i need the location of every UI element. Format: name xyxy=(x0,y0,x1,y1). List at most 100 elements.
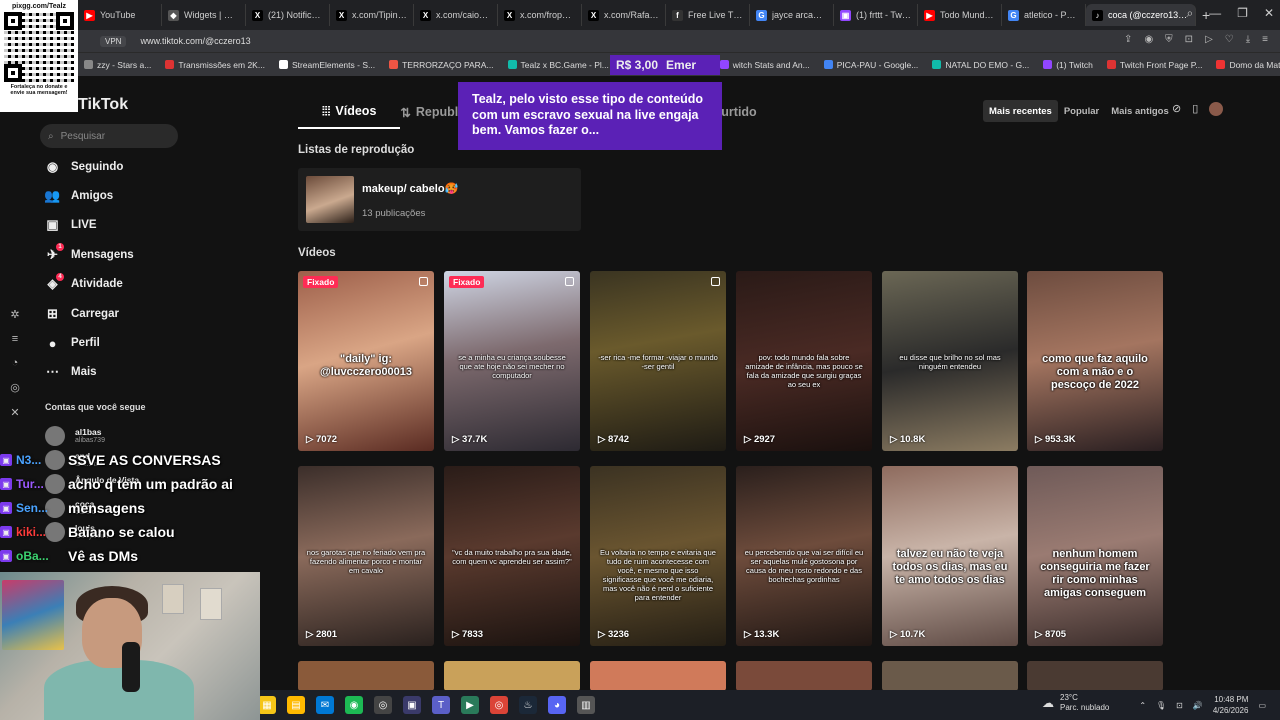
bookmark-item[interactable]: Domo da Mata - Ho... xyxy=(1216,60,1280,70)
video-card[interactable] xyxy=(444,661,580,691)
minimize-icon[interactable]: — xyxy=(1209,6,1221,21)
browser-tab[interactable]: Xx.com/RafaelLu xyxy=(582,4,666,26)
file-explorer-icon[interactable]: ▤ xyxy=(287,696,305,714)
bookmark-item[interactable]: TERRORZAÇO PARA... xyxy=(389,60,494,70)
close-icon[interactable]: ✕ xyxy=(1264,6,1274,21)
sidebar-item-carregar[interactable]: ⊞ Carregar xyxy=(44,299,134,328)
sort-option[interactable]: Mais antigos xyxy=(1105,100,1175,122)
video-card[interactable] xyxy=(736,661,872,691)
browser-tab[interactable]: Gjayce arcane - P xyxy=(750,4,834,26)
browser-tab[interactable]: Xx.com/Tipinha xyxy=(330,4,414,26)
search-tabs-icon[interactable]: ⌕ xyxy=(1186,6,1193,21)
network-icon[interactable]: ⊡ xyxy=(1176,701,1183,710)
menu-icon[interactable]: ≡ xyxy=(1262,34,1268,45)
list-icon[interactable]: ≡ xyxy=(12,333,18,345)
sort-option[interactable]: Popular xyxy=(1058,100,1105,122)
app-icon[interactable]: ◎ xyxy=(374,696,392,714)
video-card[interactable] xyxy=(590,661,726,691)
search-input[interactable]: ⌕ Pesquisar xyxy=(40,124,178,148)
browser-tab[interactable]: ▶ Todo Mundo er xyxy=(918,4,1002,26)
video-card[interactable] xyxy=(298,661,434,691)
video-card[interactable]: nenhum homem conseguiria me fazer rir co… xyxy=(1027,466,1163,646)
browser-tab[interactable]: f Free Live TV & C xyxy=(666,4,750,26)
shield-icon[interactable]: ⛨ xyxy=(1165,34,1173,45)
vpn-badge[interactable]: VPN xyxy=(100,35,127,47)
sidebar-item-live[interactable]: ▣ LIVE xyxy=(44,211,134,240)
browser-tab[interactable]: ▶ YouTube xyxy=(78,4,162,26)
chrome-icon[interactable]: ◎ xyxy=(490,696,508,714)
x-icon[interactable]: ✕ xyxy=(10,406,19,419)
video-card[interactable]: Fixado se a minha eu criança soubesse que… xyxy=(444,271,580,451)
browser-tab[interactable]: Gatletico - Pesqu xyxy=(1002,4,1086,26)
bookmark-item[interactable]: StreamElements - S... xyxy=(278,60,375,70)
spotify-icon[interactable]: ◉ xyxy=(345,696,363,714)
bookmark-item[interactable]: witch Stats and An... xyxy=(719,60,810,70)
tab-vídeos[interactable]: ⦙⦙⦙ Vídeos xyxy=(298,104,401,129)
clock[interactable]: 10:48 PM 4/26/2026 xyxy=(1213,694,1249,716)
maximize-icon[interactable]: ❐ xyxy=(1237,6,1248,21)
followed-account[interactable]: al1bas alibas739 xyxy=(45,424,139,448)
playlist-card[interactable]: makeup/ cabelo🥵 13 publicações xyxy=(298,168,581,231)
video-card[interactable]: eu percebendo que vai ser difícil eu ser… xyxy=(736,466,872,646)
heart-icon[interactable]: ♡ xyxy=(1225,34,1234,45)
video-card[interactable]: Fixado "daily" ig: @luvcczero00013 ▷ 7072 xyxy=(298,271,434,451)
video-card[interactable]: pov: todo mundo fala sobre amizade de in… xyxy=(736,271,872,451)
whatsapp-icon[interactable]: ◎ xyxy=(10,381,20,394)
camera-icon[interactable]: ◉ xyxy=(1144,34,1153,45)
video-card[interactable]: como que faz aquilo com a mão e o pescoç… xyxy=(1027,271,1163,451)
compass-icon[interactable]: ⊘ xyxy=(1172,102,1181,116)
video-card[interactable]: "vc da muito trabalho pra sua idade, com… xyxy=(444,466,580,646)
video-card[interactable]: eu disse que brilho no sol mas ninguém e… xyxy=(882,271,1018,451)
phone-icon[interactable]: ▯ xyxy=(1192,102,1198,116)
browser-tab[interactable]: Xx.com/froppylo xyxy=(498,4,582,26)
sort-option[interactable]: Mais recentes xyxy=(983,100,1058,122)
mail-icon[interactable]: ✉ xyxy=(316,696,334,714)
bookmark-item[interactable]: NATAL DO EMO - G... xyxy=(932,60,1029,70)
weather-widget[interactable]: ☁ 23°C Parc. nublado xyxy=(1042,693,1109,713)
video-card[interactable]: nos garotas que no feriado vem pra fazen… xyxy=(298,466,434,646)
bookmark-item[interactable]: Tealz x BC.Game - Pl... xyxy=(507,60,609,70)
messenger-icon[interactable]: ◔ xyxy=(12,357,19,369)
share-icon[interactable]: ⇪ xyxy=(1124,34,1132,45)
browser-tab[interactable]: X (21) Notificaçõe xyxy=(246,4,330,26)
user-avatar-icon[interactable] xyxy=(1209,102,1224,116)
browser-tab[interactable]: ▣ (1) frttt - Twitch xyxy=(834,4,918,26)
discord-icon[interactable]: ◕ xyxy=(548,696,566,714)
video-card[interactable]: talvez eu não te veja todos os dias, mas… xyxy=(882,466,1018,646)
steam-icon[interactable]: ♨ xyxy=(519,696,537,714)
bookmark-item[interactable]: zzy - Stars a... xyxy=(84,60,151,70)
browser-tab[interactable]: Xx.com/caio99lo xyxy=(414,4,498,26)
volume-icon[interactable]: 🔊 xyxy=(1193,701,1203,710)
tiktok-logo[interactable]: TikTok xyxy=(78,96,128,114)
sidebar-item-mensagens[interactable]: ✈ 1 Mensagens xyxy=(44,240,134,269)
video-card[interactable]: Eu voltaria no tempo e evitaria que tudo… xyxy=(590,466,726,646)
bookmark-item[interactable]: PICA-PAU - Google... xyxy=(823,60,918,70)
browser-tab[interactable]: ◆ Widgets | O me xyxy=(162,4,246,26)
video-card[interactable] xyxy=(882,661,1018,691)
sidebar-item-mais[interactable]: ⋯ Mais xyxy=(44,358,134,387)
url-field[interactable]: www.tiktok.com/@cczero13 xyxy=(140,36,250,46)
extension-icon[interactable]: ✲ xyxy=(10,308,19,321)
tab-curtido[interactable]: Curtido xyxy=(712,105,780,119)
download-icon[interactable]: ⤓ xyxy=(1246,34,1250,45)
bookmark-item[interactable]: (1) Twitch xyxy=(1043,60,1093,70)
app-icon[interactable]: ▥ xyxy=(577,696,595,714)
terminal-icon[interactable]: ▶ xyxy=(461,696,479,714)
video-card[interactable] xyxy=(1027,661,1163,691)
sidebar-item-atividade[interactable]: ◈ 4 Atividade xyxy=(44,270,134,299)
bookmark-item[interactable]: Transmissões em 2K... xyxy=(165,60,265,70)
sidebar-item-amigos[interactable]: 👥 Amigos xyxy=(44,181,134,210)
tray-chevron-icon[interactable]: ⌃ xyxy=(1139,701,1146,710)
video-card[interactable]: -ser rica -me formar -viajar o mundo -se… xyxy=(590,271,726,451)
play-icon[interactable]: ▷ xyxy=(1205,34,1213,45)
browser-tab[interactable]: ♪ coca (@cczero13) | Tik xyxy=(1086,4,1196,26)
mic-icon[interactable]: 🎙 xyxy=(1156,701,1166,710)
teams-icon[interactable]: T xyxy=(432,696,450,714)
app-icon[interactable]: ▣ xyxy=(403,696,421,714)
sidebar-item-seguindo[interactable]: ◉ Seguindo xyxy=(44,152,134,181)
windows-start-icon[interactable]: ▦ xyxy=(258,696,276,714)
bookmark-item[interactable]: Twitch Front Page P... xyxy=(1106,60,1202,70)
extensions-icon[interactable]: ⊡ xyxy=(1185,34,1193,45)
sidebar-item-perfil[interactable]: ● Perfil xyxy=(44,328,134,357)
notifications-icon[interactable]: ▭ xyxy=(1258,701,1266,710)
